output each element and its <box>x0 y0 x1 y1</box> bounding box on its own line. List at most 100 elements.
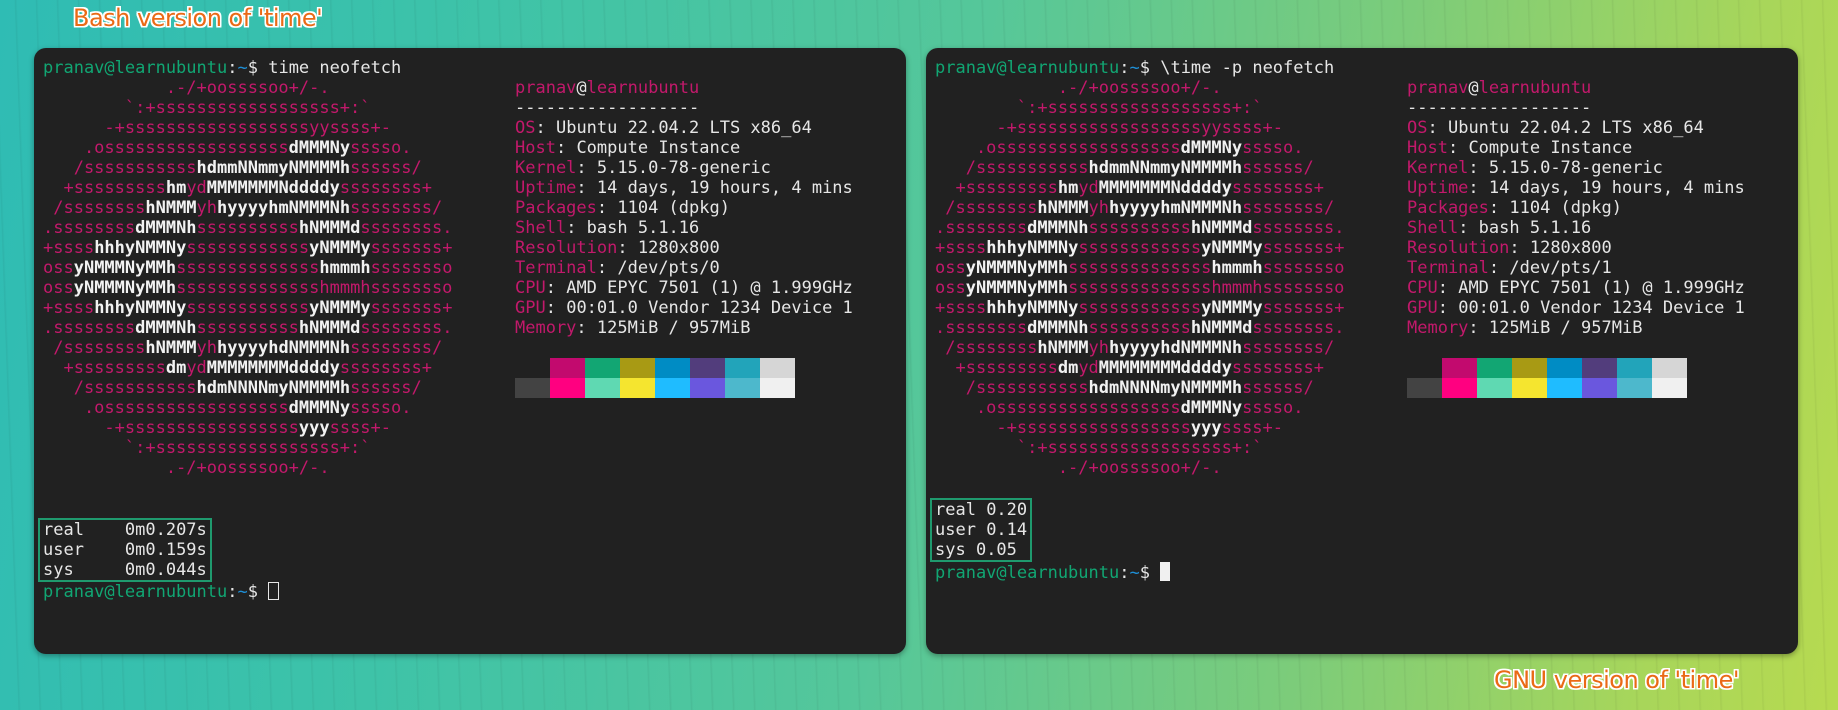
terminal-screen[interactable]: pranav@learnubuntu:~$ time neofetch .-/+… <box>38 58 853 602</box>
timing-row-real: real 0m0.207s <box>43 520 207 540</box>
cursor[interactable] <box>1160 562 1171 581</box>
prompt-user-host: pranav@learnubuntu <box>43 582 228 602</box>
prompt-user-host: pranav@learnubuntu <box>935 58 1120 78</box>
timing-row-user: user 0.14 <box>935 520 1027 540</box>
ascii-segment: hNMMMd <box>1190 318 1253 338</box>
info-colon: : <box>1447 138 1469 158</box>
info-colon: : <box>1437 298 1459 318</box>
ascii-segment: .-/+oossssoo+/-. <box>935 458 1222 478</box>
cursor[interactable] <box>268 582 280 600</box>
ascii-segment: yNMMMNyMMh <box>965 278 1069 298</box>
color-swatch <box>1582 378 1617 398</box>
prompt-user-host: pranav@learnubuntu <box>935 563 1120 583</box>
info-value: 5.15.0-78-generic <box>1488 158 1663 178</box>
ascii-segment: ssssssss. <box>1252 218 1345 238</box>
prompt-cwd: ~ <box>237 582 248 602</box>
ascii-segment: ssss+- <box>1221 418 1284 438</box>
ascii-segment: hyyyyhmNMMMNh <box>217 198 351 218</box>
ascii-segment: hdmmNNmmyNMMMMh <box>1088 158 1243 178</box>
info-colon: : <box>1468 178 1489 198</box>
ascii-line: -+sssssssssssssssssyyyssss+- <box>935 418 1344 438</box>
color-swatch <box>1512 378 1547 398</box>
ascii-segment: hhhyNMMNy <box>94 298 187 318</box>
timing-row-real: real 0.20 <box>935 500 1027 520</box>
neofetch-output: .-/+oossssoo+/-. `:+ssssssssssssssssss+:… <box>43 78 853 478</box>
info-key: Host <box>1407 138 1448 158</box>
ascii-segment: ssssssssss <box>1088 318 1191 338</box>
info-separator: ------------------ <box>1407 98 1592 118</box>
info-field-memory: Memory: 125MiB / 957MiB <box>515 318 853 338</box>
info-key: Kernel <box>515 158 577 178</box>
caption-bash-time: Bash version of 'time' <box>73 4 323 32</box>
ascii-segment: ssssssss. <box>360 218 453 238</box>
terminal-window-gnu-time[interactable]: pranav@learnubuntu:~$ \time -p neofetch … <box>926 48 1798 654</box>
info-separator: ------------------ <box>515 98 700 118</box>
ascii-line: ossyNMMMNyMMhsssssssssssssshmmmhssssssso <box>935 258 1344 278</box>
ascii-segment: sssso. <box>350 398 412 418</box>
ascii-segment: ssssssss+ <box>339 358 432 378</box>
prompt-dollar: $ <box>1139 58 1161 78</box>
ascii-segment: MMMMMMMNddddy <box>1098 178 1232 198</box>
ascii-line: /ssssssssssshdmmNNmmyNMMMMhssssss/ <box>935 158 1344 178</box>
info-value: Compute Instance <box>576 138 741 158</box>
timing-label: sys <box>43 560 125 580</box>
ascii-line: +ssssssssshmydMMMMMMMNddddyssssssss+ <box>43 178 452 198</box>
info-key: Memory <box>1407 318 1469 338</box>
ascii-segment: yd <box>186 358 207 378</box>
ascii-segment: dMMMNy <box>288 138 351 158</box>
ascii-line: /sssssssshNMMMyhhyyyyhdNMMMNhssssssss/ <box>935 338 1344 358</box>
ascii-line: .ssssssssdMMMNhsssssssssshNMMMdssssssss. <box>43 218 452 238</box>
color-swatch <box>1477 378 1512 398</box>
info-field-kernel: Kernel: 5.15.0-78-generic <box>1407 158 1745 178</box>
ascii-segment: `:+ssssssssssssssssss+:` <box>935 98 1263 118</box>
ascii-line: /ssssssssssshdmNNNNmyNMMMMhssssss/ <box>43 378 452 398</box>
info-value: 125MiB / 957MiB <box>596 318 751 338</box>
ascii-line: ossyNMMMNyMMhsssssssssssssshmmmhssssssso <box>43 278 452 298</box>
info-value: 00:01.0 Vendor 1234 Device 1 <box>566 298 853 318</box>
color-palette <box>1407 358 1745 398</box>
timing-label: user <box>935 520 987 540</box>
timing-value: 0m0.044s <box>124 560 207 580</box>
color-swatch <box>655 378 690 398</box>
info-field-gpu: GPU: 00:01.0 Vendor 1234 Device 1 <box>515 298 853 318</box>
info-value: AMD EPYC 7501 (1) @ 1.999GHz <box>1458 278 1745 298</box>
ascii-segment: sssssss+ <box>1262 298 1345 318</box>
info-key: Uptime <box>1407 178 1469 198</box>
timing-value: 0m0.159s <box>124 540 207 560</box>
command-line: pranav@learnubuntu:~$ \time -p neofetch <box>935 58 1334 78</box>
ascii-segment: hNMMM <box>1037 198 1089 218</box>
ascii-segment: hhhyNMMNy <box>94 238 187 258</box>
command-text: \time -p neofetch <box>1160 58 1335 78</box>
ascii-segment: yd <box>1078 358 1099 378</box>
terminal-window-bash-time[interactable]: pranav@learnubuntu:~$ time neofetch .-/+… <box>34 48 906 654</box>
info-value: 00:01.0 Vendor 1234 Device 1 <box>1458 298 1745 318</box>
ascii-line: /ssssssssssshdmNNNNmyNMMMMhssssss/ <box>935 378 1344 398</box>
info-field-resolution: Resolution: 1280x800 <box>1407 238 1745 258</box>
ascii-segment: /sssssssssss <box>43 158 197 178</box>
info-key: Packages <box>1407 198 1489 218</box>
info-colon: : <box>576 318 597 338</box>
ascii-segment: ssssss/ <box>350 158 422 178</box>
color-swatch <box>1547 378 1582 398</box>
ascii-segment: hyyyyhdNMMMNh <box>217 338 351 358</box>
ascii-segment: yh <box>1088 198 1110 218</box>
ascii-line: `:+ssssssssssssssssss+:` <box>935 438 1344 458</box>
color-swatch <box>1652 358 1687 378</box>
ascii-segment: ssss+- <box>329 418 392 438</box>
color-swatch <box>620 358 655 378</box>
ascii-segment: oss <box>935 278 966 298</box>
ascii-segment: hNMMM <box>1037 338 1089 358</box>
ascii-segment: yNMMMNyMMh <box>73 278 177 298</box>
prompt-line: pranav@learnubuntu:~$ <box>43 582 401 602</box>
terminal-screen[interactable]: pranav@learnubuntu:~$ \time -p neofetch … <box>930 58 1745 583</box>
system-info: pranav@learnubuntu ------------------ OS: … <box>515 78 853 398</box>
info-key: Shell <box>1407 218 1459 238</box>
info-title: pranav@learnubuntu <box>515 78 853 98</box>
info-key: Terminal <box>1407 258 1489 278</box>
info-value: Ubuntu 22.04.2 LTS x86_64 <box>555 118 812 138</box>
info-colon: : <box>596 198 618 218</box>
info-key: CPU <box>515 278 546 298</box>
ascii-line: .ossssssssssssssssssdMMMNysssso. <box>43 398 452 418</box>
timing-output-box: real 0m0.207s user 0m0.159s sys 0m0.044s <box>38 518 212 582</box>
info-key: GPU <box>515 298 546 318</box>
